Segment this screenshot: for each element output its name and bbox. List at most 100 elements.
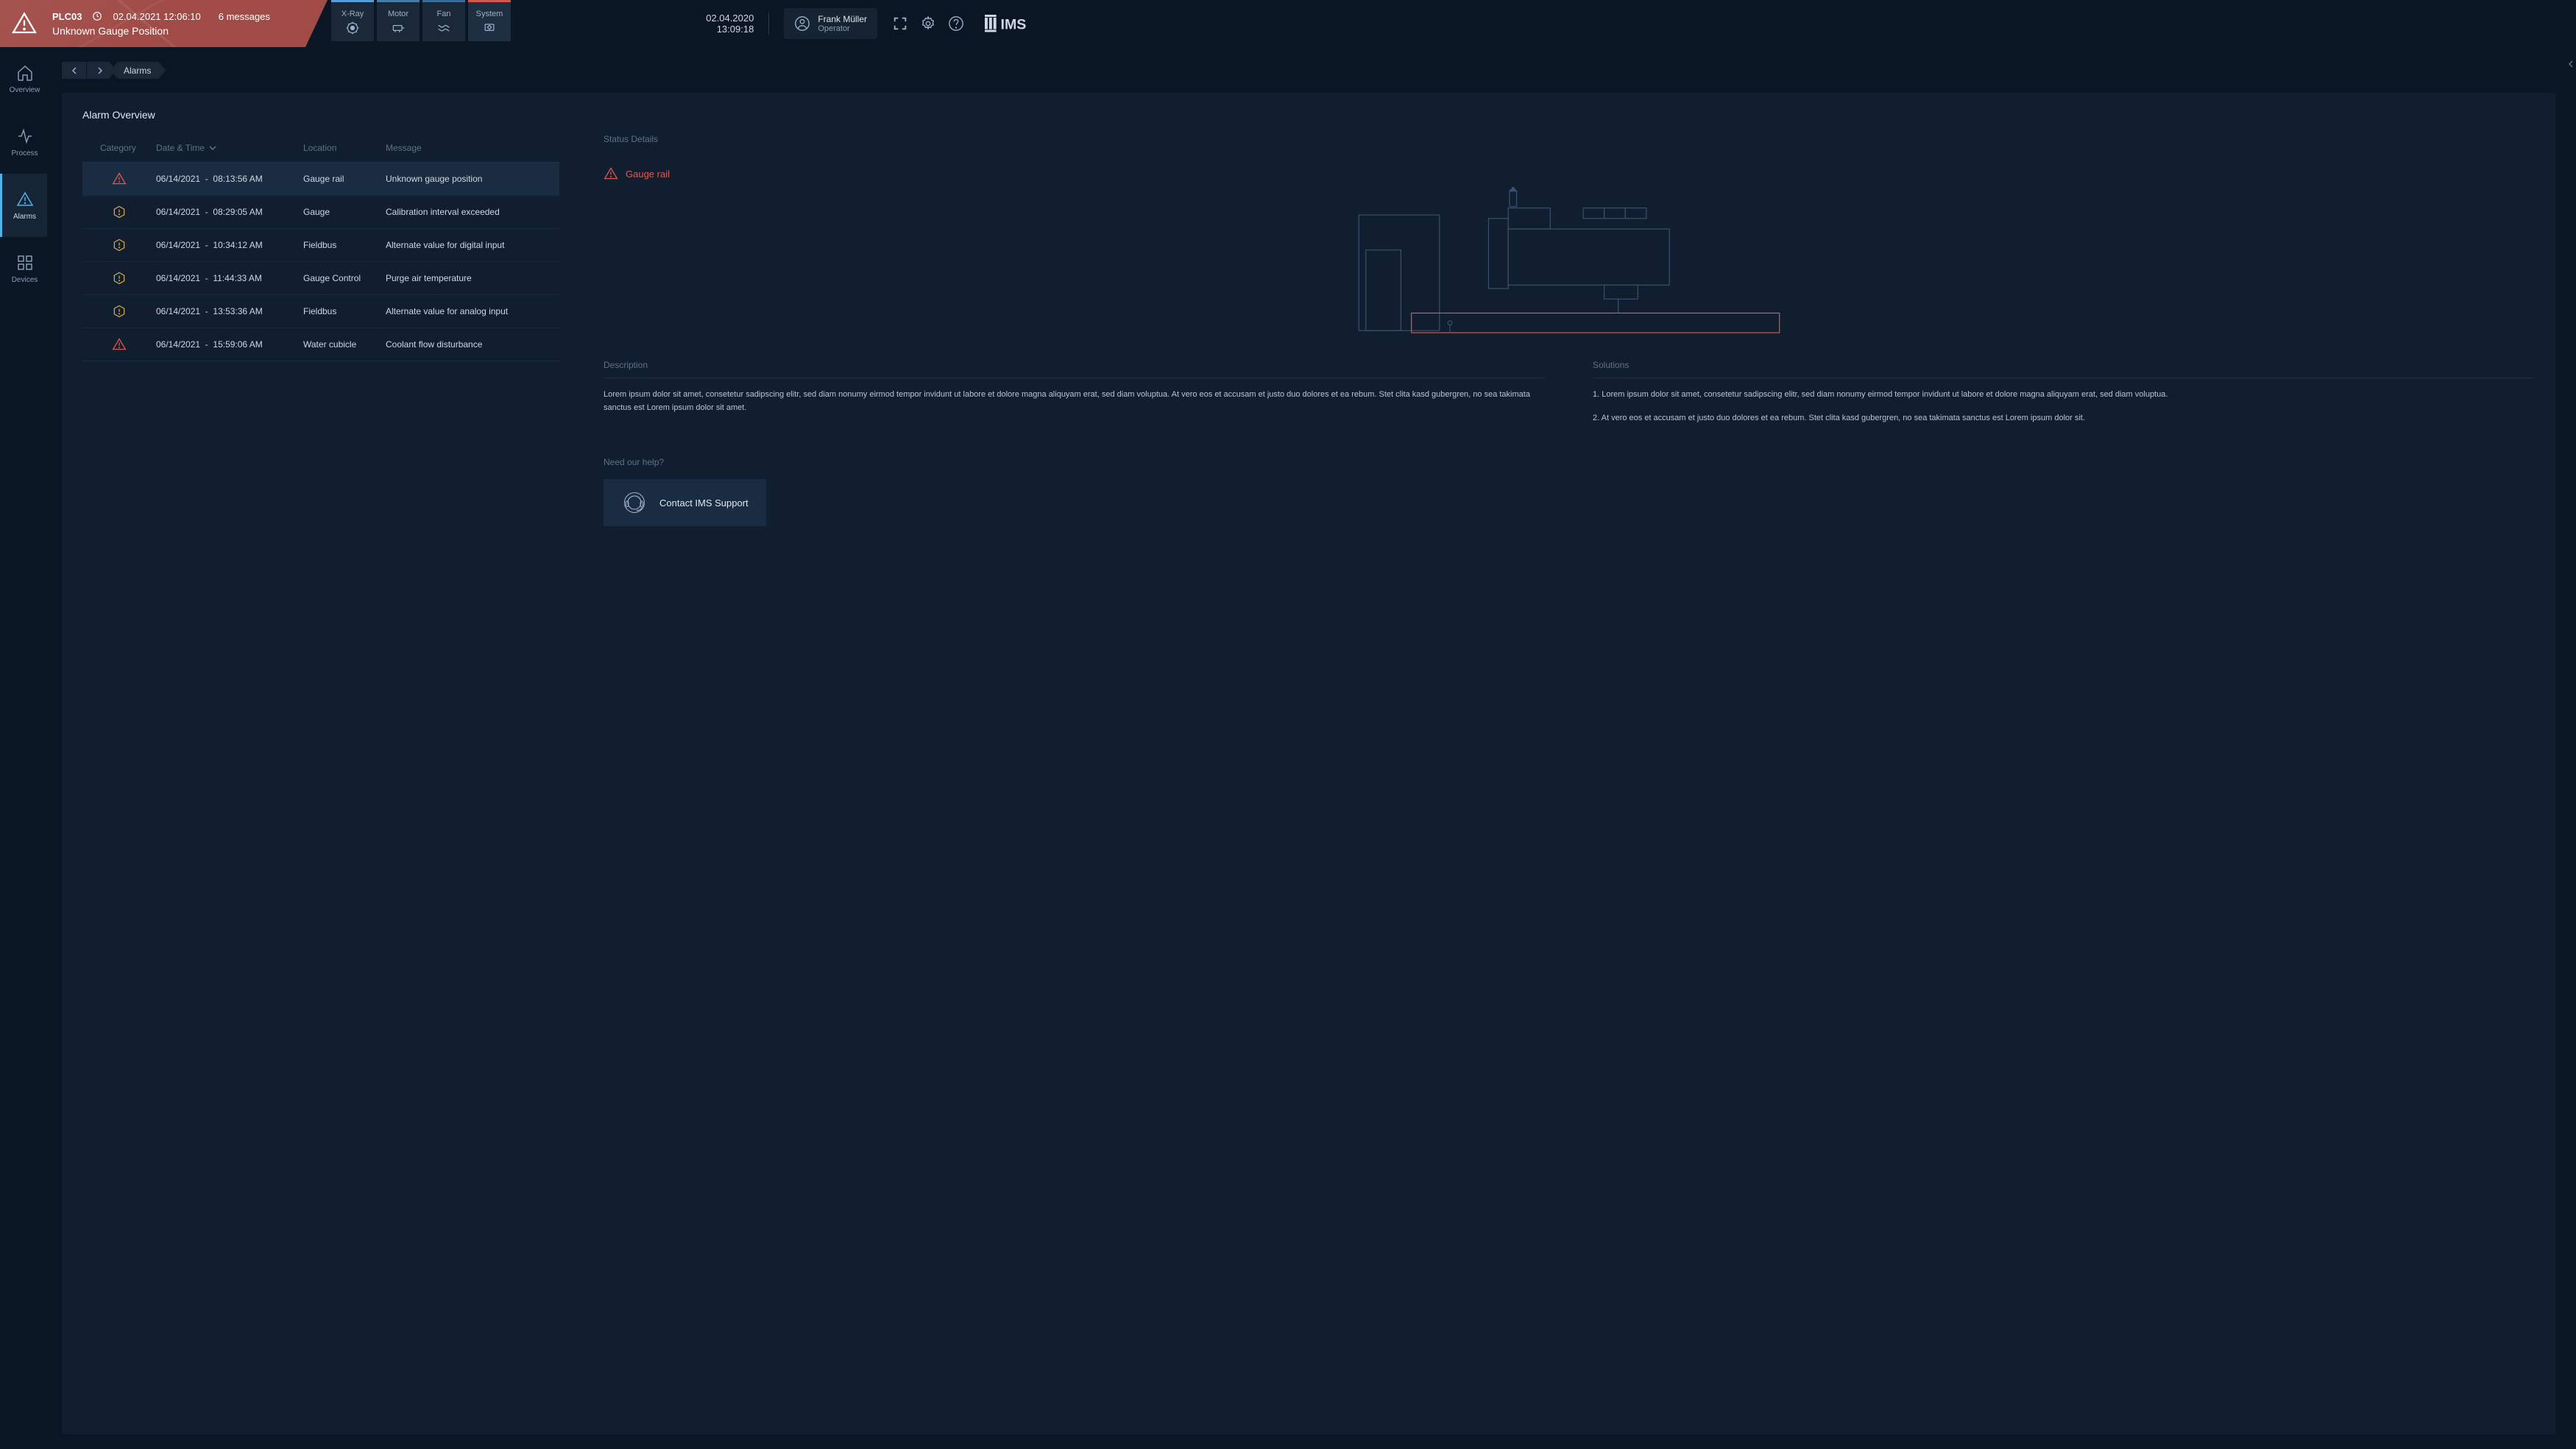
sidebar-label: Devices: [12, 276, 38, 284]
breadcrumb-item[interactable]: Alarms: [110, 62, 166, 79]
headset-icon: [621, 489, 648, 516]
tab-label: System: [476, 10, 503, 18]
chevron-right-icon: [97, 67, 103, 74]
severity-icon: [82, 238, 156, 252]
row-location: Water cubicle: [303, 339, 386, 350]
col-category[interactable]: Category: [82, 143, 156, 153]
description-label: Description: [604, 360, 1546, 378]
table-row[interactable]: 06/14/2021 - 11:44:33 AM Gauge Control P…: [82, 262, 559, 295]
tab-fan[interactable]: Fan: [422, 0, 465, 41]
motor-icon: [391, 21, 406, 35]
sidebar: Overview Process Alarms Devices: [0, 47, 47, 1449]
header-tabs: X-Ray Motor Fan System: [309, 0, 511, 47]
home-icon: [16, 64, 34, 82]
panel-title: Alarm Overview: [82, 109, 2535, 121]
row-message: Alternate value for digital input: [386, 240, 559, 250]
sidebar-item-overview[interactable]: Overview: [0, 47, 47, 110]
table-row[interactable]: 06/14/2021 - 13:53:36 AM Fieldbus Altern…: [82, 295, 559, 328]
col-status: Status Details: [604, 134, 658, 144]
row-location: Gauge: [303, 207, 386, 217]
sidebar-item-devices[interactable]: Devices: [0, 237, 47, 300]
breadcrumb-back[interactable]: [62, 62, 87, 79]
activity-icon: [16, 127, 34, 145]
row-datetime: 06/14/2021 - 11:44:33 AM: [156, 273, 303, 283]
severity-icon: [82, 337, 156, 352]
sidebar-item-process[interactable]: Process: [0, 110, 47, 174]
row-location: Gauge Control: [303, 273, 386, 283]
header-alert-banner: PLC03 02.04.2021 12:06:10 6 messages Unk…: [0, 0, 328, 47]
logo: IMS: [985, 15, 1057, 32]
row-datetime: 06/14/2021 - 15:59:06 AM: [156, 339, 303, 350]
help-icon[interactable]: [948, 15, 964, 32]
detail-title: Gauge rail: [626, 169, 670, 180]
row-location: Fieldbus: [303, 240, 386, 250]
alert-icon: [16, 191, 34, 208]
gear-icon[interactable]: [920, 15, 936, 32]
grid-icon: [16, 254, 34, 272]
solution-item: 1. Lorem ipsum dolor sit amet, consetetu…: [1593, 389, 2535, 402]
table-row[interactable]: 06/14/2021 - 08:29:05 AM Gauge Calibrati…: [82, 196, 559, 229]
sidebar-label: Alarms: [13, 213, 36, 221]
sidebar-label: Overview: [10, 86, 40, 94]
alert-text: Unknown Gauge Position: [52, 25, 270, 37]
row-location: Fieldbus: [303, 306, 386, 316]
severity-icon: [82, 271, 156, 286]
table-row[interactable]: 06/14/2021 - 10:34:12 AM Fieldbus Altern…: [82, 229, 559, 262]
severity-icon: [82, 171, 156, 186]
fullscreen-icon[interactable]: [892, 15, 908, 32]
chevron-down-icon: [209, 146, 216, 150]
table-header: Category Date & Time Location Message: [82, 134, 559, 163]
contact-support-button[interactable]: Contact IMS Support: [604, 479, 766, 526]
header-datetime: 02.04.2020 13:09:18: [706, 13, 769, 35]
tab-motor[interactable]: Motor: [377, 0, 420, 41]
row-datetime: 06/14/2021 - 13:53:36 AM: [156, 306, 303, 316]
breadcrumb: Alarms: [62, 62, 166, 79]
header: PLC03 02.04.2021 12:06:10 6 messages Unk…: [0, 0, 1072, 47]
row-location: Gauge rail: [303, 174, 386, 184]
user-menu[interactable]: Frank Müller Operator: [784, 8, 877, 39]
col-location[interactable]: Location: [303, 143, 386, 153]
plc-label: PLC03: [52, 11, 82, 22]
system-icon: [482, 21, 497, 35]
alert-message-count: 6 messages: [219, 11, 270, 22]
user-icon: [794, 15, 810, 32]
row-datetime: 06/14/2021 - 08:29:05 AM: [156, 207, 303, 217]
contact-label: Contact IMS Support: [659, 497, 749, 509]
tab-xray[interactable]: X-Ray: [331, 0, 374, 41]
row-message: Alternate value for analog input: [386, 306, 559, 316]
alarm-table: Category Date & Time Location Message 06…: [82, 134, 559, 526]
severity-icon: [82, 304, 156, 319]
chevron-left-icon: [71, 67, 77, 74]
solution-item: 2. At vero eos et accusam et justo duo d…: [1593, 412, 2535, 425]
row-datetime: 06/14/2021 - 08:13:56 AM: [156, 174, 303, 184]
tab-label: Fan: [437, 10, 451, 18]
row-datetime: 06/14/2021 - 10:34:12 AM: [156, 240, 303, 250]
header-date: 02.04.2020: [706, 13, 754, 24]
user-name: Frank Müller: [818, 14, 867, 24]
fan-icon: [436, 21, 451, 35]
table-row[interactable]: 06/14/2021 - 08:13:56 AM Gauge rail Unkn…: [82, 163, 559, 196]
row-message: Purge air temperature: [386, 273, 559, 283]
solutions-label: Solutions: [1593, 360, 2535, 378]
alert-timestamp: 02.04.2021 12:06:10: [113, 11, 200, 22]
panel-collapse[interactable]: [2566, 47, 2576, 1449]
main-panel: Alarm Overview Category Date & Time Loca…: [62, 93, 2555, 1434]
description-text: Lorem ipsum dolor sit amet, consetetur s…: [604, 389, 1546, 414]
severity-icon: [82, 205, 156, 219]
col-datetime[interactable]: Date & Time: [156, 143, 303, 153]
user-role: Operator: [818, 24, 867, 33]
row-message: Unknown gauge position: [386, 174, 559, 184]
status-details: Status Details Gauge rail: [604, 134, 2535, 526]
help-label: Need our help?: [604, 457, 2535, 467]
warning-icon: [604, 166, 618, 181]
header-time: 13:09:18: [706, 24, 754, 35]
tab-system[interactable]: System: [468, 0, 511, 41]
sidebar-item-alarms[interactable]: Alarms: [0, 174, 47, 237]
xray-icon: [345, 21, 360, 35]
col-message[interactable]: Message: [386, 143, 559, 153]
chevron-left-icon: [2568, 60, 2574, 68]
tab-label: Motor: [388, 10, 408, 18]
table-row[interactable]: 06/14/2021 - 15:59:06 AM Water cubicle C…: [82, 328, 559, 361]
row-message: Calibration interval exceeded: [386, 207, 559, 217]
sidebar-label: Process: [11, 149, 38, 157]
